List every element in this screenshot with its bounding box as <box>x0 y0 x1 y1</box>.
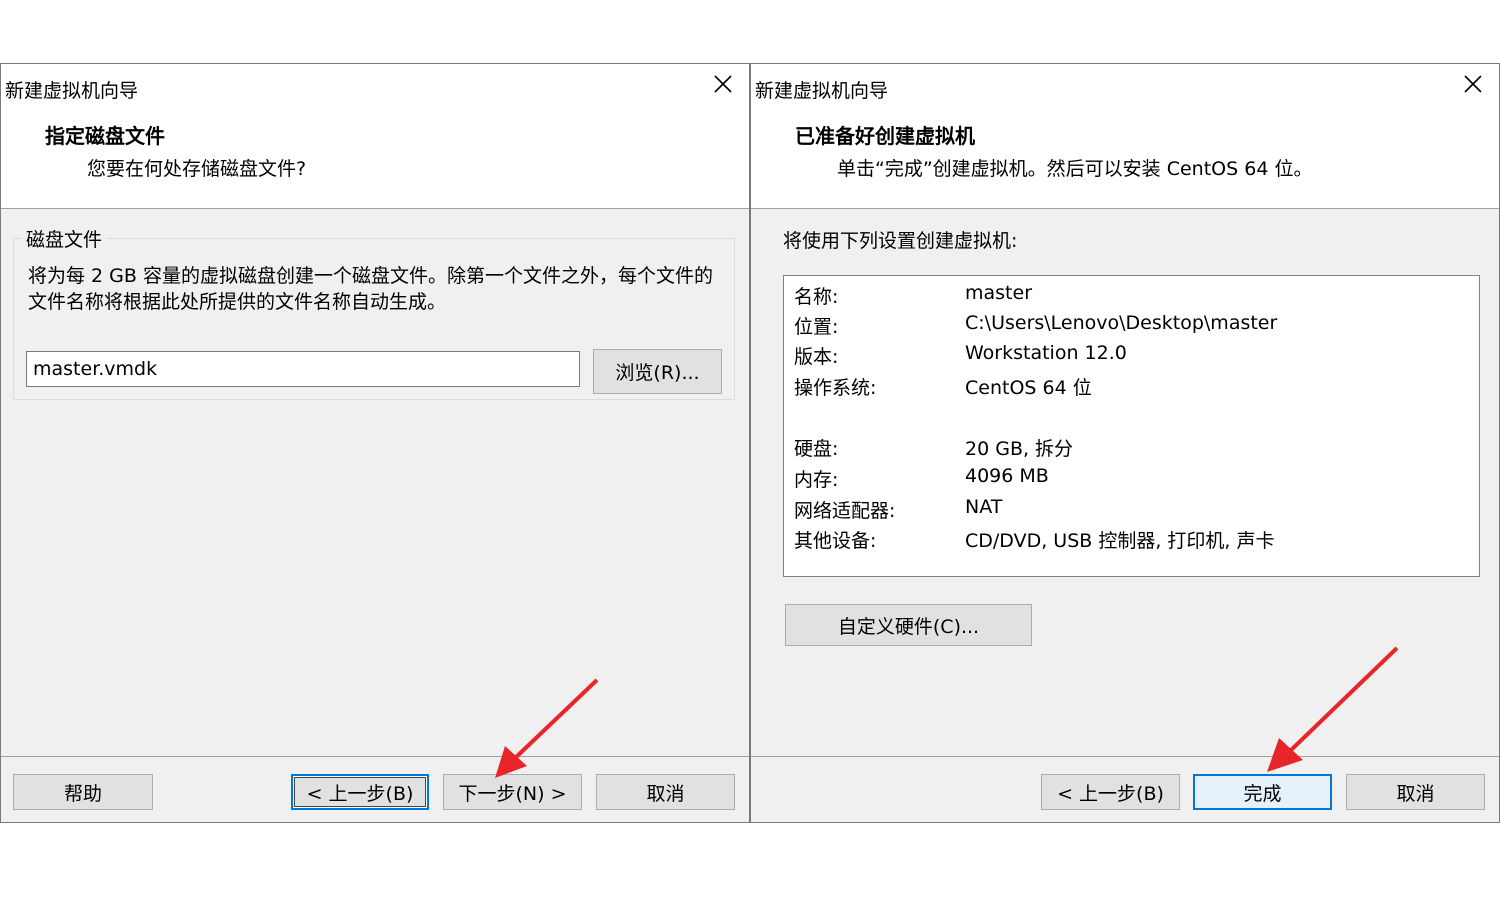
dialog-header: 新建虚拟机向导 指定磁盘文件 您要在何处存储磁盘文件? <box>1 64 749 209</box>
summary-key: 内存: <box>794 469 839 491</box>
annotation-arrow-icon <box>1267 646 1399 772</box>
page-heading: 指定磁盘文件 <box>45 124 165 148</box>
summary-row-location: 位置: C:\Users\Lenovo\Desktop\master <box>794 312 1464 340</box>
dialog-header: 新建虚拟机向导 已准备好创建虚拟机 单击“完成”创建虚拟机。然后可以安装 Cen… <box>751 64 1499 209</box>
summary-key: 位置: <box>794 316 839 338</box>
page-heading: 已准备好创建虚拟机 <box>795 124 975 148</box>
summary-row-other-devices: 其他设备: CD/DVD, USB 控制器, 打印机, 声卡 <box>794 526 1464 554</box>
summary-row-disk: 硬盘: 20 GB, 拆分 <box>794 434 1464 462</box>
cancel-button[interactable]: 取消 <box>596 774 735 810</box>
disk-file-description: 将为每 2 GB 容量的虚拟磁盘创建一个磁盘文件。除第一个文件之外，每个文件的文… <box>28 265 713 313</box>
summary-value: NAT <box>965 496 1003 518</box>
settings-summary: 名称: master 位置: C:\Users\Lenovo\Desktop\m… <box>783 275 1480 577</box>
back-button[interactable]: < 上一步(B) <box>1041 774 1180 810</box>
summary-value: CentOS 64 位 <box>965 377 1092 399</box>
new-vm-wizard-disk-file-dialog: 新建虚拟机向导 指定磁盘文件 您要在何处存储磁盘文件? 磁盘文件 将为每 2 G… <box>0 63 750 823</box>
disk-file-name-input[interactable] <box>26 351 580 387</box>
new-vm-wizard-ready-dialog: 新建虚拟机向导 已准备好创建虚拟机 单击“完成”创建虚拟机。然后可以安装 Cen… <box>750 63 1500 823</box>
cancel-button[interactable]: 取消 <box>1346 774 1485 810</box>
footer-divider <box>751 756 1499 757</box>
annotation-arrow-icon <box>495 678 599 778</box>
close-icon[interactable] <box>711 72 735 96</box>
summary-key: 硬盘: <box>794 438 839 460</box>
footer-divider <box>1 756 749 757</box>
browse-button[interactable]: 浏览(R)... <box>593 349 722 394</box>
summary-value: master <box>965 282 1033 304</box>
summary-row-version: 版本: Workstation 12.0 <box>794 342 1464 370</box>
disk-file-group: 磁盘文件 将为每 2 GB 容量的虚拟磁盘创建一个磁盘文件。除第一个文件之外，每… <box>13 225 735 400</box>
close-icon[interactable] <box>1461 72 1485 96</box>
page-subheading: 您要在何处存储磁盘文件? <box>87 158 307 180</box>
summary-row-os: 操作系统: CentOS 64 位 <box>794 373 1464 401</box>
summary-key: 版本: <box>794 346 839 368</box>
summary-value: C:\Users\Lenovo\Desktop\master <box>965 312 1278 334</box>
dialog-title: 新建虚拟机向导 <box>5 80 139 102</box>
summary-key: 其他设备: <box>794 530 877 552</box>
summary-row-memory: 内存: 4096 MB <box>794 465 1464 493</box>
summary-key: 操作系统: <box>794 377 877 399</box>
group-label: 磁盘文件 <box>22 225 107 252</box>
summary-value: Workstation 12.0 <box>965 342 1127 364</box>
summary-value: 20 GB, 拆分 <box>965 438 1074 460</box>
settings-intro: 将使用下列设置创建虚拟机: <box>783 230 1018 252</box>
summary-value: 4096 MB <box>965 465 1049 487</box>
finish-button[interactable]: 完成 <box>1193 774 1332 810</box>
summary-key: 名称: <box>794 286 839 308</box>
customize-hardware-button[interactable]: 自定义硬件(C)... <box>785 604 1032 646</box>
summary-row-network: 网络适配器: NAT <box>794 496 1464 524</box>
help-button[interactable]: 帮助 <box>13 774 153 810</box>
summary-row-name: 名称: master <box>794 282 1464 310</box>
summary-value: CD/DVD, USB 控制器, 打印机, 声卡 <box>965 530 1275 552</box>
back-button[interactable]: < 上一步(B) <box>291 774 429 810</box>
next-button[interactable]: 下一步(N) > <box>443 774 582 810</box>
dialog-title: 新建虚拟机向导 <box>755 80 889 102</box>
page-subheading: 单击“完成”创建虚拟机。然后可以安装 CentOS 64 位。 <box>837 158 1313 180</box>
summary-key: 网络适配器: <box>794 500 896 522</box>
